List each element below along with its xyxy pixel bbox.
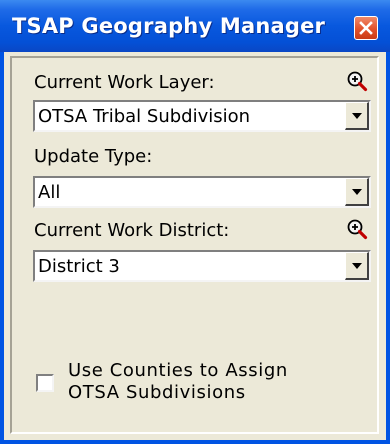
update-type-select[interactable]: All [33, 176, 371, 208]
work-layer-select[interactable]: OTSA Tribal Subdivision [33, 100, 371, 132]
chevron-down-icon [352, 113, 362, 119]
window-title: TSAP Geography Manager [12, 14, 326, 38]
work-layer-value: OTSA Tribal Subdivision [38, 106, 251, 127]
work-district-dropdown-button[interactable] [345, 252, 369, 280]
work-layer-label: Current Work Layer: [34, 72, 215, 93]
work-district-zoom-icon[interactable] [346, 218, 368, 240]
work-district-value: District 3 [38, 256, 120, 277]
update-type-label: Update Type: [34, 146, 153, 167]
update-type-value: All [38, 182, 61, 203]
chevron-down-icon [352, 189, 362, 195]
geography-manager-window: TSAP Geography Manager Current Work Laye… [0, 0, 390, 444]
close-icon [359, 21, 373, 35]
use-counties-label-line1: Use Counties to Assign [68, 360, 288, 381]
settings-panel: Current Work Layer: OTSA Tribal Subdivis… [10, 56, 379, 434]
chevron-down-icon [352, 263, 362, 269]
work-district-select[interactable]: District 3 [33, 250, 371, 282]
close-button[interactable] [354, 16, 378, 40]
work-layer-zoom-icon[interactable] [346, 70, 368, 92]
use-counties-checkbox[interactable] [36, 374, 54, 392]
use-counties-label[interactable]: Use Counties to Assign OTSA Subdivisions [68, 360, 288, 404]
work-layer-dropdown-button[interactable] [345, 102, 369, 130]
use-counties-label-line2: OTSA Subdivisions [68, 382, 246, 403]
work-district-label: Current Work District: [34, 220, 230, 241]
window-client-area: Current Work Layer: OTSA Tribal Subdivis… [4, 52, 386, 440]
update-type-dropdown-button[interactable] [345, 178, 369, 206]
title-bar[interactable]: TSAP Geography Manager [0, 0, 390, 52]
